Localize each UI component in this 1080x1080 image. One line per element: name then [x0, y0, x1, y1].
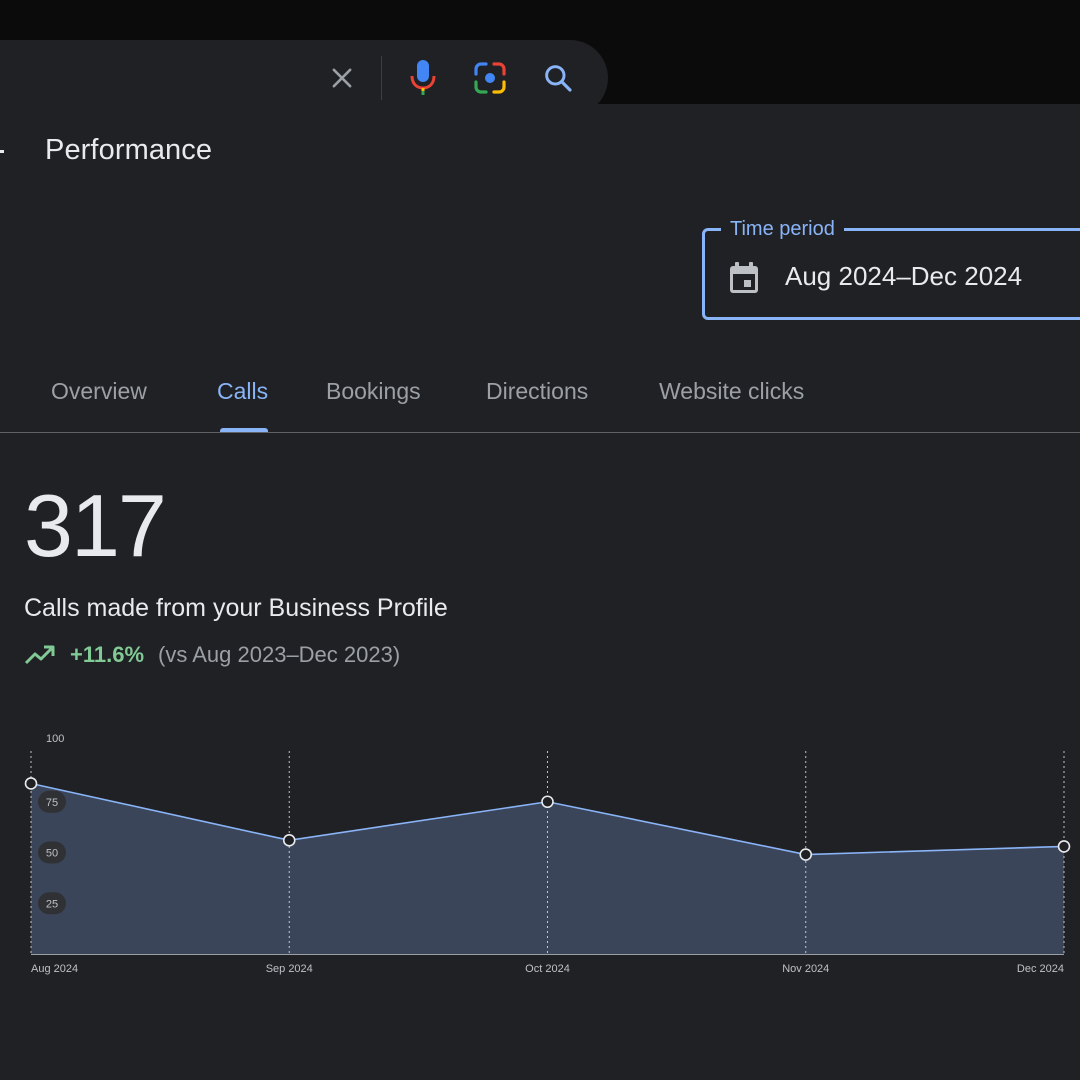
tab-calls[interactable]: Calls: [217, 378, 268, 405]
search-divider: [381, 56, 382, 100]
back-arrow-icon[interactable]: [0, 138, 8, 166]
y-tick-label: 100: [46, 734, 64, 745]
x-tick-label: Aug 2024: [31, 963, 78, 975]
change-percent: +11.6%: [70, 642, 145, 667]
screen: Performance Time period Aug 2024–Dec 202…: [0, 0, 1080, 1080]
close-icon[interactable]: [322, 58, 362, 98]
calls-chart: 100 75 50 25 Aug 2024 Sep 2024 Oct 2024 Nov 202…: [0, 734, 1080, 984]
mic-icon[interactable]: [405, 56, 441, 100]
x-tick-label: Sep 2024: [266, 963, 313, 975]
tab-bookings[interactable]: Bookings: [326, 378, 421, 405]
chart-point: [541, 795, 554, 809]
x-tick-label: Dec 2024: [1017, 963, 1064, 975]
tab-website-clicks[interactable]: Website clicks: [659, 378, 804, 405]
metric-value: 317: [24, 476, 167, 575]
calendar-icon: [727, 260, 761, 296]
time-period-value: Aug 2024–Dec 2024: [785, 261, 1023, 291]
trending-up-icon: [24, 643, 56, 667]
chart-point: [1057, 840, 1071, 853]
tab-overview[interactable]: Overview: [51, 378, 147, 405]
tabs-divider: [0, 432, 1080, 433]
x-tick-label: Nov 2024: [782, 963, 829, 975]
metric-change: +11.6% (vs Aug 2023–Dec 2023): [24, 640, 400, 670]
x-tick-label: Oct 2024: [525, 963, 570, 975]
change-comparison: (vs Aug 2023–Dec 2023): [158, 642, 401, 667]
chart-point: [24, 777, 38, 790]
y-tick-label: 50: [46, 848, 58, 860]
y-tick-label: 25: [46, 898, 58, 910]
chart-point: [282, 834, 296, 847]
performance-panel: Performance Time period Aug 2024–Dec 202…: [0, 104, 1080, 1080]
metric-description: Calls made from your Business Profile: [24, 594, 448, 622]
chart-point: [799, 848, 813, 861]
chart-svg: 100 75 50 25 Aug 2024 Sep 2024 Oct 2024 Nov 202…: [24, 734, 1071, 975]
search-icon[interactable]: [538, 58, 578, 98]
tab-directions[interactable]: Directions: [486, 378, 588, 405]
chart-area: [31, 783, 1064, 954]
tab-bar: Overview Calls Bookings Directions Websi…: [0, 370, 1080, 433]
time-period-select[interactable]: Time period Aug 2024–Dec 2024: [702, 216, 1080, 320]
page-title: Performance: [45, 134, 213, 166]
y-tick-label: 75: [46, 797, 58, 809]
time-period-label: Time period: [721, 216, 844, 242]
lens-icon[interactable]: [470, 58, 510, 98]
top-bar: [0, 0, 1080, 116]
